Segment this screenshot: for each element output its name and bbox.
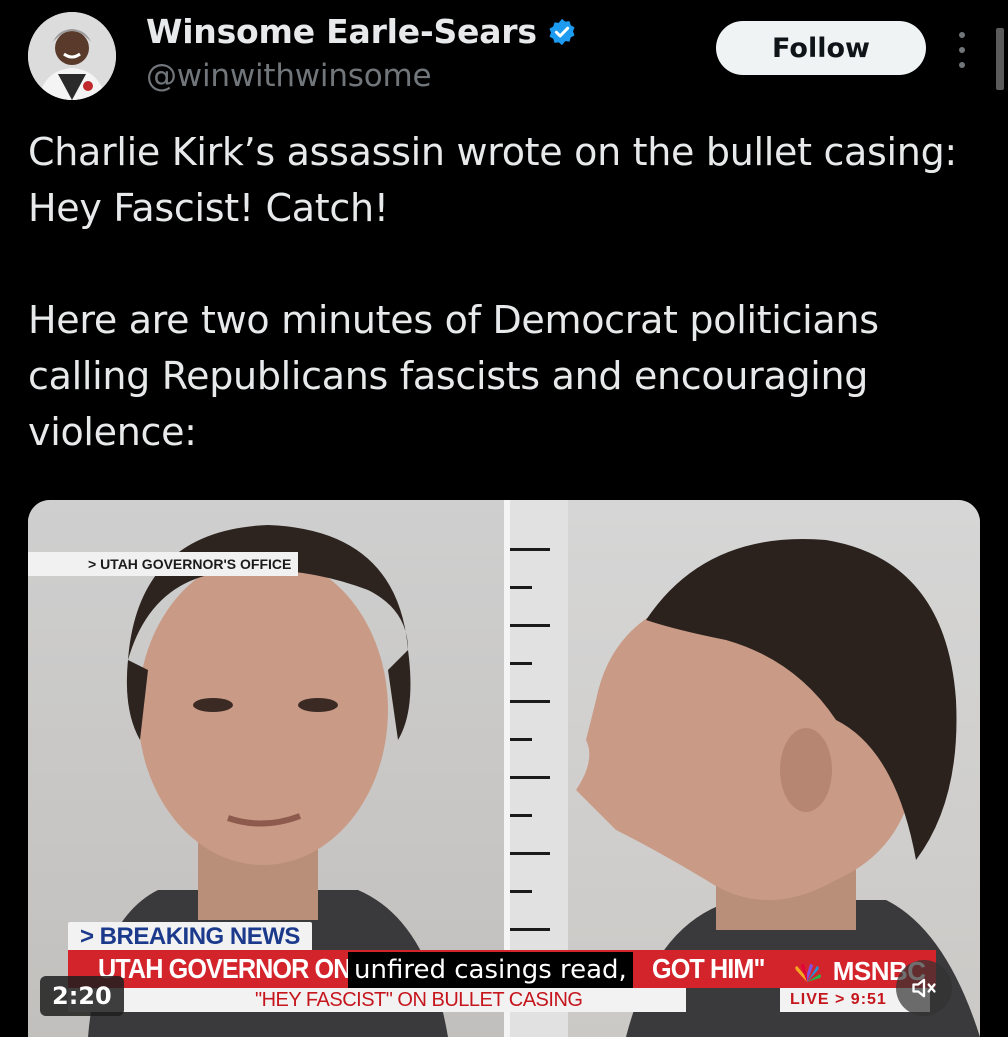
ruler-tick bbox=[510, 738, 532, 741]
follow-button[interactable]: Follow bbox=[716, 21, 926, 75]
ruler-tick bbox=[510, 548, 550, 551]
ruler-tick bbox=[510, 928, 550, 931]
avatar[interactable] bbox=[28, 12, 116, 100]
tweet-text: Charlie Kirk’s assassin wrote on the bul… bbox=[28, 124, 978, 460]
mute-button[interactable] bbox=[896, 960, 952, 1016]
scrollbar[interactable] bbox=[996, 28, 1004, 90]
author-name-row: Winsome Earle-Sears bbox=[146, 12, 577, 51]
ruler-tick bbox=[510, 814, 532, 817]
tweet-paragraph-2: Here are two minutes of Democrat politic… bbox=[28, 298, 879, 454]
chyron-headline-tail: GOT HIM" bbox=[652, 953, 765, 984]
tweet-paragraph-1: Charlie Kirk’s assassin wrote on the bul… bbox=[28, 130, 957, 230]
source-label: > UTAH GOVERNOR'S OFFICE bbox=[28, 552, 298, 576]
ruler-tick bbox=[510, 890, 532, 893]
ruler-tick bbox=[510, 662, 532, 665]
verified-badge-icon bbox=[549, 18, 575, 45]
video-player[interactable]: > UTAH GOVERNOR'S OFFICE > BREAKING NEWS… bbox=[28, 500, 980, 1037]
author-handle[interactable]: @winwithwinsome bbox=[146, 58, 432, 94]
ruler-tick bbox=[510, 700, 550, 703]
closed-caption: unfired casings read, bbox=[348, 952, 633, 988]
breaking-news-label: > BREAKING NEWS bbox=[68, 922, 312, 952]
ruler-tick bbox=[510, 586, 532, 589]
peacock-icon bbox=[795, 964, 821, 983]
video-duration: 2:20 bbox=[40, 976, 124, 1016]
author-name[interactable]: Winsome Earle-Sears bbox=[146, 12, 537, 51]
ruler-tick bbox=[510, 852, 550, 855]
chyron-subheadline: "HEY FASCIST" ON BULLET CASING bbox=[255, 989, 583, 1011]
more-vertical-icon[interactable] bbox=[950, 32, 974, 68]
speaker-muted-icon bbox=[912, 978, 936, 998]
ruler-tick bbox=[510, 776, 550, 779]
ruler-tick bbox=[510, 624, 550, 627]
